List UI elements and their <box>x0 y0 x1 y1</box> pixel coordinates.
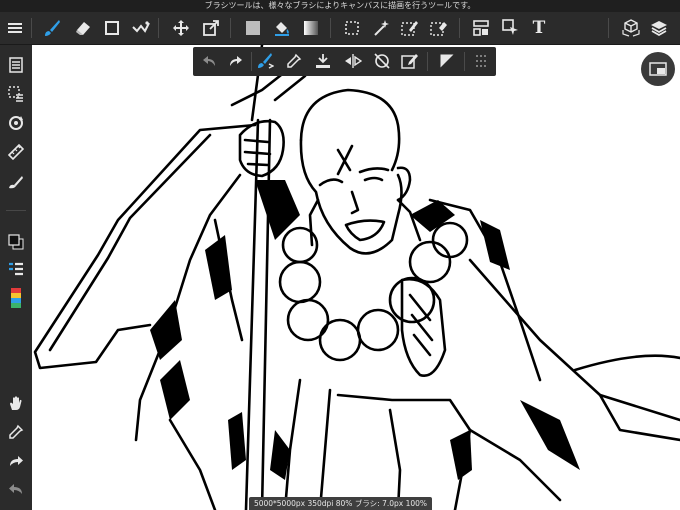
move-icon[interactable] <box>169 16 193 40</box>
layer-panel-icon[interactable] <box>4 53 28 77</box>
ruler-icon[interactable] <box>4 140 28 164</box>
bucket-icon[interactable] <box>270 16 294 40</box>
navigator-icon <box>649 62 667 76</box>
brush-settings-icon[interactable] <box>254 50 276 72</box>
tool-tooltip: ブラシツールは、様々なブラシによりキャンバスに描画を行うツールです。 <box>0 0 680 12</box>
fill-color-icon[interactable] <box>241 16 265 40</box>
canvas-status: 5000*5000px 350dpi 80% ブラシ: 7.0px 100% <box>249 497 432 510</box>
rectangle-icon[interactable] <box>100 16 124 40</box>
3d-icon[interactable] <box>619 16 643 40</box>
palette-icon[interactable] <box>4 286 28 310</box>
filter-icon[interactable] <box>129 16 153 40</box>
side-undo-icon[interactable] <box>4 477 28 501</box>
undo-icon[interactable] <box>198 50 220 72</box>
hand-icon[interactable] <box>4 391 28 415</box>
magic-wand-icon[interactable] <box>369 16 393 40</box>
eraser-icon[interactable] <box>71 16 95 40</box>
edit-icon[interactable] <box>399 50 421 72</box>
line-art <box>33 45 680 510</box>
left-sidebar <box>0 45 32 510</box>
fill-icon[interactable] <box>4 169 28 193</box>
gradient-icon[interactable] <box>299 16 323 40</box>
layout-icon[interactable] <box>469 16 493 40</box>
rotate-lock-icon[interactable] <box>371 50 393 72</box>
side-redo-icon[interactable] <box>4 449 28 473</box>
redo-icon[interactable] <box>225 50 247 72</box>
eyedropper-icon[interactable] <box>283 50 305 72</box>
text-icon[interactable]: T <box>527 16 551 40</box>
select-eraser-icon[interactable] <box>427 16 451 40</box>
transform-icon[interactable] <box>199 16 223 40</box>
grid-icon[interactable] <box>470 50 492 72</box>
rotate-view-icon[interactable] <box>4 111 28 135</box>
side-eyedropper-icon[interactable] <box>4 420 28 444</box>
import-icon[interactable] <box>312 50 334 72</box>
select-pen-icon[interactable] <box>398 16 422 40</box>
invert-icon[interactable] <box>436 50 458 72</box>
layers-icon[interactable] <box>647 16 671 40</box>
selection-icon[interactable] <box>4 82 28 106</box>
flip-icon[interactable] <box>342 50 364 72</box>
text-glyph: T <box>532 18 546 38</box>
menu-icon[interactable] <box>3 16 27 40</box>
drawing-canvas[interactable] <box>32 45 680 510</box>
select-layer-icon[interactable] <box>499 16 523 40</box>
main-toolbar: T <box>0 12 680 45</box>
color-swap-icon[interactable] <box>4 230 28 254</box>
layer-list-icon[interactable] <box>4 258 28 282</box>
select-rect-icon[interactable] <box>340 16 364 40</box>
brush-icon[interactable] <box>40 16 64 40</box>
brush-subtoolbar <box>193 47 496 76</box>
navigator-button[interactable] <box>641 52 675 86</box>
